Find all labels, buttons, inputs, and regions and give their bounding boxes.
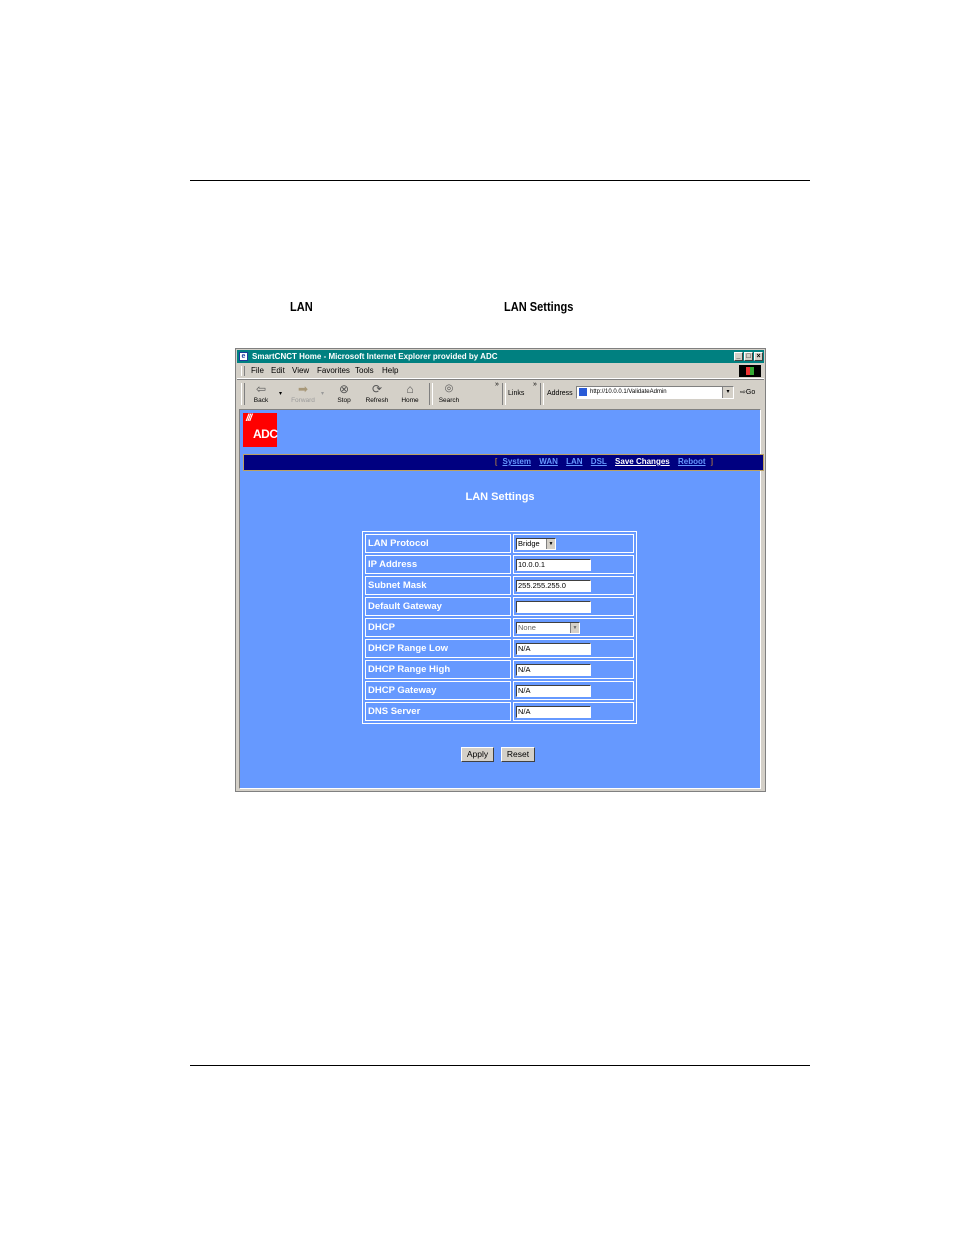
menu-favorites[interactable]: Favorites	[317, 366, 350, 375]
ie-app-icon: e	[239, 352, 248, 361]
address-label: Address	[547, 390, 573, 397]
doc-keyword-lan-settings: LAN Settings	[504, 299, 574, 314]
field-label: Default Gateway	[365, 597, 511, 616]
table-row: Default Gateway	[365, 597, 634, 616]
doc-keyword-lan: LAN	[290, 299, 313, 314]
back-button[interactable]: ⇦ Back	[246, 382, 276, 404]
close-button[interactable]: ×	[754, 352, 763, 361]
dhcp-select[interactable]: None ▼	[516, 621, 580, 634]
stop-button[interactable]: ⊗ Stop	[329, 382, 359, 404]
back-dropdown-icon[interactable]: ▾	[279, 390, 282, 397]
nav-bar: [ System WAN LAN DSL Save Changes Reboot…	[243, 454, 764, 471]
table-row: DNS Server N/A	[365, 702, 634, 721]
toolbar-grip[interactable]	[241, 383, 245, 405]
table-row: Subnet Mask 255.255.255.0	[365, 576, 634, 595]
menu-view[interactable]: View	[292, 366, 309, 375]
refresh-icon: ⟳	[371, 382, 383, 396]
menu-help[interactable]: Help	[382, 366, 398, 375]
field-label: DHCP Range High	[365, 660, 511, 679]
maximize-button[interactable]: □	[744, 352, 753, 361]
dns-server-input[interactable]: N/A	[516, 705, 591, 718]
menu-edit[interactable]: Edit	[271, 366, 285, 375]
footer-rule	[190, 1065, 810, 1066]
links-chevron[interactable]: »	[533, 381, 537, 388]
field-label: DHCP Gateway	[365, 681, 511, 700]
nav-wan[interactable]: WAN	[539, 457, 558, 466]
nav-reboot[interactable]: Reboot	[678, 457, 706, 466]
browser-window: e SmartCNCT Home - Microsoft Internet Ex…	[235, 348, 766, 792]
forward-dropdown-icon[interactable]: ▾	[321, 390, 324, 397]
page-content: /// ADC [ System WAN LAN DSL Save Change…	[239, 409, 764, 789]
search-button[interactable]: ◎ Search	[434, 382, 464, 404]
header-rule	[190, 180, 810, 181]
search-icon: ◎	[444, 383, 454, 394]
nav-links: [ System WAN LAN DSL Save Changes Reboot…	[495, 457, 713, 466]
table-row: DHCP Range High N/A	[365, 660, 634, 679]
lan-protocol-select[interactable]: Bridge ▼	[516, 537, 556, 550]
toolbar: ⇦ Back ▾ ➡ Forward ▾ ⊗ Stop ⟳ Refresh ⌂ …	[237, 379, 764, 408]
chevron-down-icon: ▼	[570, 622, 579, 633]
table-row: LAN Protocol Bridge ▼	[365, 534, 634, 553]
menu-bar: File Edit View Favorites Tools Help	[237, 364, 764, 379]
dhcp-gateway-input[interactable]: N/A	[516, 684, 591, 697]
address-dropdown-icon[interactable]: ▾	[722, 387, 733, 398]
menu-tools[interactable]: Tools	[355, 366, 374, 375]
nav-dsl[interactable]: DSL	[591, 457, 607, 466]
stop-icon: ⊗	[338, 382, 350, 396]
table-row: DHCP None ▼	[365, 618, 634, 637]
address-value: http://10.0.0.1/ValidateAdmin	[590, 389, 667, 395]
address-separator	[540, 383, 544, 405]
forward-arrow-icon: ➡	[297, 382, 309, 396]
menu-file[interactable]: File	[251, 366, 264, 375]
field-label: DHCP	[365, 618, 511, 637]
field-label: IP Address	[365, 555, 511, 574]
nav-system[interactable]: System	[503, 457, 531, 466]
adc-logo: /// ADC	[243, 413, 278, 447]
table-row: IP Address 10.0.0.1	[365, 555, 634, 574]
default-gateway-input[interactable]	[516, 600, 591, 613]
field-label: DNS Server	[365, 702, 511, 721]
toolbar-separator	[429, 383, 433, 405]
table-row: DHCP Range Low N/A	[365, 639, 634, 658]
links-separator	[502, 383, 506, 405]
field-label: LAN Protocol	[365, 534, 511, 553]
page-title: LAN Settings	[465, 491, 535, 503]
table-row: DHCP Gateway N/A	[365, 681, 634, 700]
refresh-button[interactable]: ⟳ Refresh	[362, 382, 392, 404]
ip-address-input[interactable]: 10.0.0.1	[516, 558, 591, 571]
field-label: DHCP Range Low	[365, 639, 511, 658]
dhcp-range-high-input[interactable]: N/A	[516, 663, 591, 676]
home-icon: ⌂	[406, 382, 414, 396]
back-arrow-icon: ⇦	[255, 382, 267, 396]
links-label[interactable]: Links	[508, 390, 524, 397]
chevron-down-icon: ▼	[546, 538, 555, 549]
apply-button[interactable]: Apply	[461, 747, 494, 762]
toolbar-chevron[interactable]: »	[495, 381, 499, 388]
menu-grip[interactable]	[241, 366, 245, 376]
windows-logo-icon	[739, 365, 761, 377]
minimize-button[interactable]: _	[734, 352, 743, 361]
nav-save-changes[interactable]: Save Changes	[615, 457, 670, 466]
reset-button[interactable]: Reset	[501, 747, 535, 762]
nav-lan[interactable]: LAN	[566, 457, 582, 466]
page-icon	[579, 388, 587, 396]
address-input[interactable]: http://10.0.0.1/ValidateAdmin ▾	[576, 386, 734, 399]
home-button[interactable]: ⌂ Home	[395, 382, 425, 404]
lan-settings-table: LAN Protocol Bridge ▼ IP Address 10.0.0.1…	[362, 531, 637, 724]
subnet-mask-input[interactable]: 255.255.255.0	[516, 579, 591, 592]
field-label: Subnet Mask	[365, 576, 511, 595]
dhcp-range-low-input[interactable]: N/A	[516, 642, 591, 655]
window-title: SmartCNCT Home - Microsoft Internet Expl…	[252, 352, 498, 361]
go-button[interactable]: ⇨Go	[740, 388, 755, 396]
title-bar: e SmartCNCT Home - Microsoft Internet Ex…	[237, 350, 764, 363]
forward-button[interactable]: ➡ Forward	[288, 382, 318, 404]
